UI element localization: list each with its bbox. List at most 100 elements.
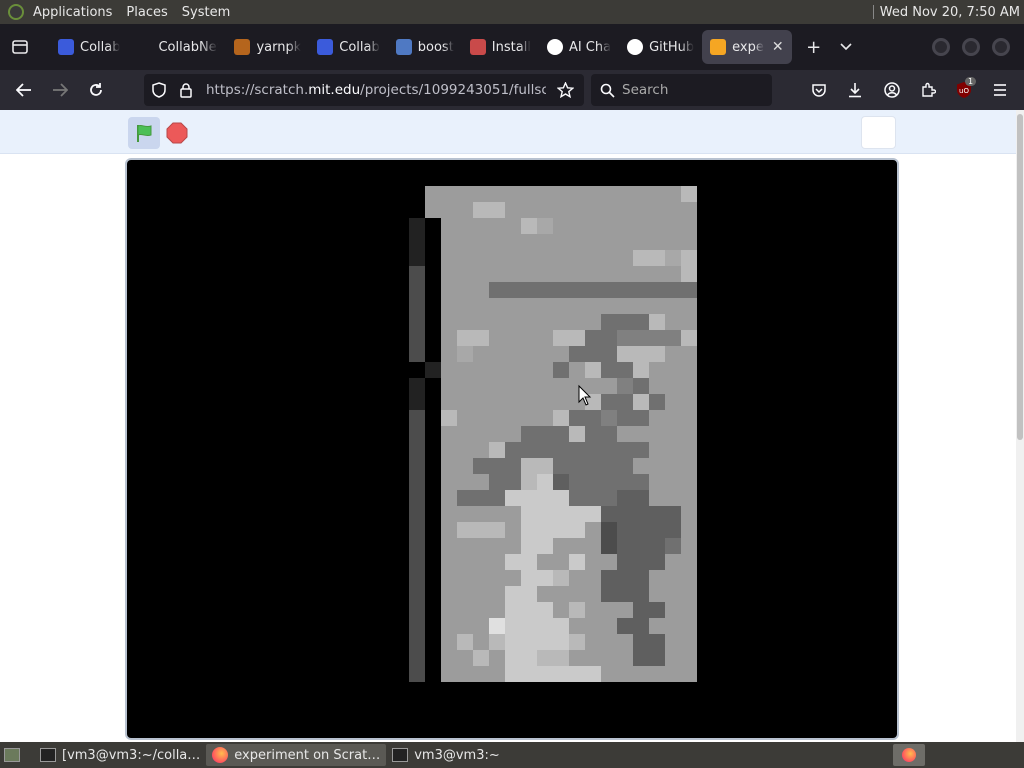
tab-1[interactable]: CollabNet — [128, 30, 226, 64]
stage-pixel — [681, 474, 697, 490]
stage-pixel — [537, 602, 553, 618]
task-firefox-experiment[interactable]: experiment on Scrat… — [206, 744, 387, 766]
stage-pixel — [425, 346, 441, 362]
stage-pixel — [617, 378, 633, 394]
url-bar[interactable]: https://scratch.mit.edu/projects/1099243… — [144, 74, 584, 106]
stage-pixel — [537, 458, 553, 474]
clock-area[interactable]: Wed Nov 20, 7:50 AM — [872, 0, 1020, 24]
reload-button[interactable] — [78, 74, 114, 106]
stage-pixel — [425, 538, 441, 554]
pocket-button[interactable] — [803, 74, 835, 106]
exit-fullscreen-button[interactable] — [861, 116, 896, 149]
stage-controls-bar — [0, 110, 1016, 154]
close-tab-icon[interactable]: ✕ — [772, 39, 784, 55]
chevron-down-icon — [840, 43, 852, 51]
app-menu-button[interactable] — [984, 74, 1016, 106]
stage-pixel — [409, 490, 425, 506]
stage-pixel — [681, 362, 697, 378]
lock-icon[interactable] — [179, 82, 193, 98]
back-button[interactable] — [6, 74, 42, 106]
show-desktop-button[interactable] — [0, 744, 24, 766]
tab-7[interactable]: GitHub — [619, 30, 702, 64]
project-stage[interactable] — [125, 158, 899, 740]
stage-pixel — [665, 234, 681, 250]
stage-pixel — [649, 266, 665, 282]
scrollbar-thumb[interactable] — [1017, 114, 1023, 440]
stage-pixel — [681, 346, 697, 362]
stage-pixel — [473, 202, 489, 218]
stage-pixel — [457, 330, 473, 346]
stage-pixel — [649, 650, 665, 666]
stage-pixel — [425, 490, 441, 506]
stage-pixel — [473, 186, 489, 202]
stage-pixel — [553, 538, 569, 554]
stage-pixel — [457, 474, 473, 490]
green-flag-button[interactable] — [128, 117, 160, 149]
system-menu[interactable]: System — [175, 0, 237, 24]
stage-pixel — [649, 314, 665, 330]
search-bar[interactable]: Search — [591, 74, 772, 106]
stage-pixel — [681, 554, 697, 570]
stage-pixel — [633, 394, 649, 410]
new-tab-button[interactable]: + — [798, 30, 830, 64]
account-button[interactable] — [876, 74, 908, 106]
stage-pixel — [409, 234, 425, 250]
stage-pixel — [585, 426, 601, 442]
task-terminal-vm3[interactable]: vm3@vm3:~ — [386, 744, 506, 766]
stage-canvas[interactable] — [127, 160, 897, 738]
stage-pixel — [537, 202, 553, 218]
tab-8[interactable]: expe ✕ — [702, 30, 792, 64]
extensions-button[interactable] — [912, 74, 944, 106]
workspace-switcher[interactable] — [893, 744, 925, 766]
stage-pixel — [553, 266, 569, 282]
stage-pixel — [665, 666, 681, 682]
clock[interactable]: Wed Nov 20, 7:50 AM — [880, 5, 1020, 20]
stage-pixel — [521, 186, 537, 202]
stage-pixel — [473, 458, 489, 474]
bookmark-star-icon[interactable] — [557, 82, 574, 98]
applications-menu[interactable]: Applications — [26, 0, 119, 24]
ublock-button[interactable]: uO 1 — [948, 74, 980, 106]
task-terminal-collab[interactable]: [vm3@vm3:~/colla… — [34, 744, 206, 766]
stage-pixel — [681, 522, 697, 538]
stage-pixel — [633, 266, 649, 282]
stage-pixel — [537, 586, 553, 602]
tab-5[interactable]: Install — [462, 30, 539, 64]
stage-pixel — [441, 218, 457, 234]
tab-4[interactable]: boost — [388, 30, 462, 64]
close-window-button[interactable] — [992, 38, 1010, 56]
tab-3[interactable]: Collab — [309, 30, 387, 64]
firefox-view-button[interactable] — [4, 30, 36, 64]
stage-pixel — [505, 202, 521, 218]
maximize-button[interactable] — [962, 38, 980, 56]
stage-pixel — [665, 202, 681, 218]
stage-pixel — [585, 202, 601, 218]
stage-pixel — [553, 506, 569, 522]
stage-pixel — [537, 378, 553, 394]
stage-pixel — [569, 634, 585, 650]
stage-pixel — [505, 586, 521, 602]
page-scrollbar[interactable] — [1016, 110, 1024, 742]
stage-pixel — [457, 378, 473, 394]
url-text[interactable]: https://scratch.mit.edu/projects/1099243… — [206, 82, 546, 98]
list-all-tabs-button[interactable] — [830, 30, 862, 64]
stop-sign-button[interactable] — [166, 122, 188, 144]
tab-2[interactable]: yarnpk — [226, 30, 309, 64]
stage-pixel — [409, 378, 425, 394]
forward-button[interactable] — [42, 74, 78, 106]
stage-pixel — [425, 602, 441, 618]
shield-icon[interactable] — [152, 82, 166, 98]
gnome-foot-icon[interactable] — [8, 4, 24, 20]
places-menu[interactable]: Places — [119, 0, 174, 24]
stage-pixel — [537, 522, 553, 538]
tab-0[interactable]: Collab — [50, 30, 128, 64]
stage-pixel — [601, 394, 617, 410]
minimize-button[interactable] — [932, 38, 950, 56]
tab-6[interactable]: AI Cha — [539, 30, 619, 64]
downloads-button[interactable] — [839, 74, 871, 106]
window-controls — [926, 38, 1016, 56]
stage-pixel — [681, 458, 697, 474]
stage-pixel — [505, 634, 521, 650]
navigation-toolbar: https://scratch.mit.edu/projects/1099243… — [0, 70, 1024, 110]
stage-pixel — [473, 218, 489, 234]
